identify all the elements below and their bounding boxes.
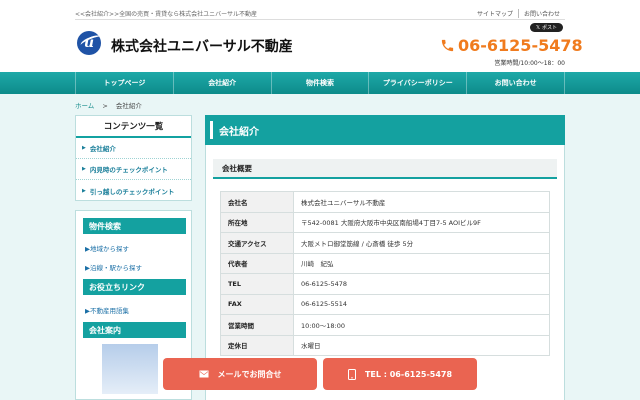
sidebar-item-viewing-checkpoints[interactable]: ▶ 内見時のチェックポイント xyxy=(76,159,191,180)
arrow-right-icon: ▶ xyxy=(82,187,86,194)
row-label: 所在地 xyxy=(220,211,294,233)
arrow-right-icon: ▶ xyxy=(82,166,86,172)
row-value: 06-6125-5514 xyxy=(293,293,550,315)
tel-contact-label: TEL : 06-6125-5478 xyxy=(364,369,453,379)
sidebar-search-title: 物件検索 xyxy=(83,218,186,234)
arrow-right-icon: ▶ xyxy=(82,145,86,151)
sidebar-item-label: 内見時のチェックポイント xyxy=(89,166,168,174)
global-nav: トップページ 会社紹介 物件検索 プライバシーポリシー お問い合わせ xyxy=(0,72,640,94)
row-value: 〒542-0081 大阪府大阪市中央区南船場4丁目7-5 AOIビル9F xyxy=(293,211,550,233)
company-info-table: 会社名 株式会社ユニバーサル不動産 所在地 〒542-0081 大阪府大阪市中央区南船… xyxy=(220,191,550,356)
mail-contact-label: メールでお問合せ xyxy=(217,369,282,379)
nav-item-company[interactable]: 会社紹介 xyxy=(172,72,271,94)
row-label: 営業時間 xyxy=(220,314,294,336)
row-label: 代表者 xyxy=(220,252,294,274)
table-row: 代表者 川崎 紀弘 xyxy=(220,252,550,274)
x-post-button[interactable]: 𝕏 ポスト xyxy=(530,23,563,32)
nav-item-contact[interactable]: お問い合わせ xyxy=(466,72,565,94)
contact-link[interactable]: お問い合わせ xyxy=(517,9,565,18)
table-row: FAX 06-6125-5514 xyxy=(220,293,550,315)
sidebar-contents: コンテンツ一覧 ▶ 会社紹介 ▶ 内見時のチェックポイント ▶ 引っ越しのチェッ… xyxy=(75,115,192,201)
table-row: 交通アクセス 大阪メトロ御堂筋線 / 心斎橋 徒歩 5分 xyxy=(220,232,550,254)
nav-item-privacy[interactable]: プライバシーポリシー xyxy=(368,72,466,94)
header-phone-number: 06-6125-5478 xyxy=(458,36,583,55)
header-divider xyxy=(75,19,565,20)
sidebar-useful-title: お役立ちリンク xyxy=(83,279,186,295)
row-label: FAX xyxy=(220,293,294,315)
mail-icon xyxy=(199,370,208,378)
glossary-link[interactable]: ▶不動産用語集 xyxy=(85,305,129,315)
sidebar-item-company[interactable]: ▶ 会社紹介 xyxy=(76,138,191,159)
row-value: 株式会社ユニバーサル不動産 xyxy=(293,191,550,213)
sidebar-item-moving-checkpoints[interactable]: ▶ 引っ越しのチェックポイント xyxy=(76,180,191,201)
site-tagline: <<会社紹介>>全国の売買・賃貸なら株式会社ユニバーサル不動産 xyxy=(75,11,257,18)
header-phone[interactable]: 06-6125-5478 xyxy=(440,36,583,55)
breadcrumb-separator: > xyxy=(102,102,108,110)
sidebar-contents-title: コンテンツ一覧 xyxy=(76,116,191,138)
page-title: 会社紹介 xyxy=(205,115,565,145)
search-by-station-link[interactable]: ▶沿線・駅から探す xyxy=(85,262,142,272)
table-row: 会社名 株式会社ユニバーサル不動産 xyxy=(220,191,550,213)
sidebar-company-title: 会社案内 xyxy=(83,322,186,338)
row-value: 大阪メトロ御堂筋線 / 心斎橋 徒歩 5分 xyxy=(293,232,550,254)
mail-contact-button[interactable]: メールでお問合せ xyxy=(163,358,317,390)
table-row: 所在地 〒542-0081 大阪府大阪市中央区南船場4丁目7-5 AOIビル9F xyxy=(220,211,550,233)
nav-item-top[interactable]: トップページ xyxy=(75,72,173,94)
row-value: 06-6125-5478 xyxy=(293,273,550,295)
row-label: 交通アクセス xyxy=(220,232,294,254)
company-logo-icon[interactable]: u xyxy=(77,31,101,55)
row-value: 10:00～18:00 xyxy=(293,314,550,336)
business-hours: 営業時間/10:00～18：00 xyxy=(494,60,565,67)
phone-icon xyxy=(441,39,454,52)
table-row: 定休日 水曜日 xyxy=(220,334,550,356)
sidebar-item-label: 会社紹介 xyxy=(89,145,116,153)
row-label: 定休日 xyxy=(220,334,294,356)
breadcrumb-current: 会社紹介 xyxy=(115,102,142,110)
row-label: TEL xyxy=(220,273,294,295)
top-links: サイトマップ お問い合わせ xyxy=(472,9,565,18)
search-by-area-link[interactable]: ▶地域から探す xyxy=(85,243,129,253)
tel-contact-button[interactable]: TEL : 06-6125-5478 xyxy=(323,358,477,390)
smartphone-icon xyxy=(347,368,356,380)
section-title: 会社概要 xyxy=(213,159,557,179)
row-value: 川崎 紀弘 xyxy=(293,252,550,274)
row-label: 会社名 xyxy=(220,191,294,213)
x-icon: 𝕏 xyxy=(535,24,540,31)
nav-item-search[interactable]: 物件検索 xyxy=(270,72,369,94)
company-name[interactable]: 株式会社ユニバーサル不動産 xyxy=(111,36,293,56)
breadcrumb-home[interactable]: ホーム xyxy=(75,102,94,110)
page: <<会社紹介>>全国の売買・賃貸なら株式会社ユニバーサル不動産 サイトマップ お… xyxy=(0,0,640,400)
sitemap-link[interactable]: サイトマップ xyxy=(472,9,518,18)
company-photo[interactable] xyxy=(102,344,158,394)
sidebar-item-label: 引っ越しのチェックポイント xyxy=(89,187,175,196)
table-row: TEL 06-6125-5478 xyxy=(220,273,550,295)
post-button-label: ポスト xyxy=(542,25,558,31)
table-row: 営業時間 10:00～18:00 xyxy=(220,314,550,336)
row-value: 水曜日 xyxy=(293,334,550,356)
breadcrumb: ホーム > 会社紹介 xyxy=(75,100,142,110)
